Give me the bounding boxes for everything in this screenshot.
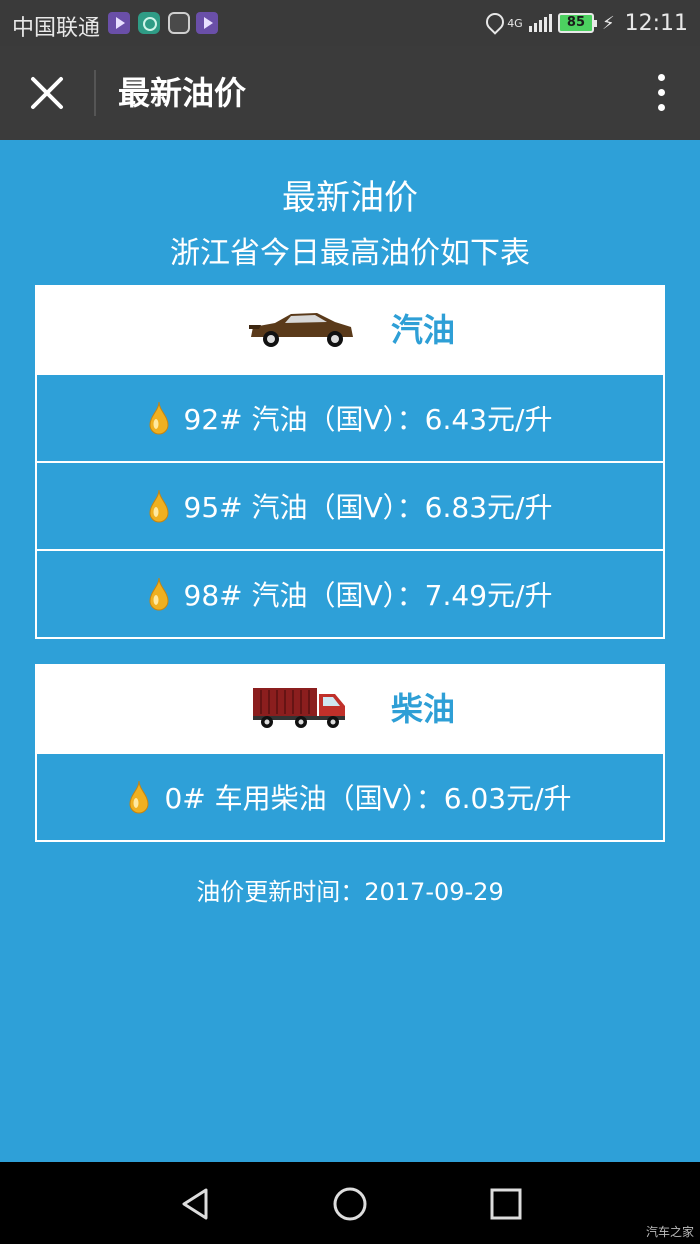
gasoline-category-label: 汽油 xyxy=(391,311,456,349)
gasoline-header: 汽油 xyxy=(37,287,663,373)
app-bar: 最新油价 xyxy=(0,46,700,140)
play-app-icon xyxy=(196,12,218,34)
carrier-label: 中国联通 xyxy=(12,16,101,41)
oil-drop-icon xyxy=(149,489,169,523)
green-app-icon xyxy=(138,12,160,34)
price-row: 0# 车用柴油（国V）：6.03元/升 xyxy=(37,752,663,840)
more-icon[interactable] xyxy=(658,74,666,114)
signal-icon xyxy=(528,14,552,32)
diesel-header: 柴油 xyxy=(37,666,663,752)
price-row: 98# 汽油（国V）：7.49元/升 xyxy=(37,549,663,637)
watermark: 汽车之家 xyxy=(645,1225,694,1239)
price-label: 0# 车用柴油（国V）：6.03元/升 xyxy=(164,782,572,815)
update-time: 油价更新时间：2017-09-29 xyxy=(196,878,504,906)
truck-icon xyxy=(253,688,345,728)
home-icon[interactable] xyxy=(330,1184,370,1224)
network-label: 4G xyxy=(507,16,523,30)
close-icon[interactable] xyxy=(24,70,70,116)
price-label: 92# 汽油（国V）：6.43元/升 xyxy=(183,403,553,436)
hand-app-icon xyxy=(168,12,190,34)
app-bar-title: 最新油价 xyxy=(118,74,247,112)
price-label: 95# 汽油（国V）：6.83元/升 xyxy=(183,491,553,524)
app-bar-divider xyxy=(94,70,96,116)
charging-icon: ⚡ xyxy=(601,12,615,34)
price-row: 92# 汽油（国V）：6.43元/升 xyxy=(37,373,663,461)
location-icon xyxy=(485,13,501,33)
battery-icon: 85 xyxy=(557,13,597,33)
clock: 12:11 xyxy=(624,10,688,36)
diesel-card: 柴油 0# 车用柴油（国V）：6.03元/升 xyxy=(35,664,665,842)
recent-apps-icon[interactable] xyxy=(486,1184,526,1224)
price-label: 98# 汽油（国V）：7.49元/升 xyxy=(183,579,553,612)
oil-drop-icon xyxy=(129,780,149,814)
price-row: 95# 汽油（国V）：6.83元/升 xyxy=(37,461,663,549)
page-title: 最新油价 xyxy=(282,178,418,218)
diesel-category-label: 柴油 xyxy=(391,690,456,728)
back-icon[interactable] xyxy=(176,1184,216,1224)
page-subtitle: 浙江省今日最高油价如下表 xyxy=(170,236,530,271)
gasoline-card: 汽油 92# 汽油（国V）：6.43元/升 95# 汽油（国V）：6.83元/升… xyxy=(35,285,665,639)
play-app-icon xyxy=(108,12,130,34)
navigation-bar: 汽车之家 xyxy=(0,1162,700,1244)
status-bar: 中国联通 4G 85 ⚡ 12:11 xyxy=(0,0,700,46)
car-icon xyxy=(249,313,353,347)
oil-drop-icon xyxy=(149,577,169,611)
oil-drop-icon xyxy=(149,401,169,435)
